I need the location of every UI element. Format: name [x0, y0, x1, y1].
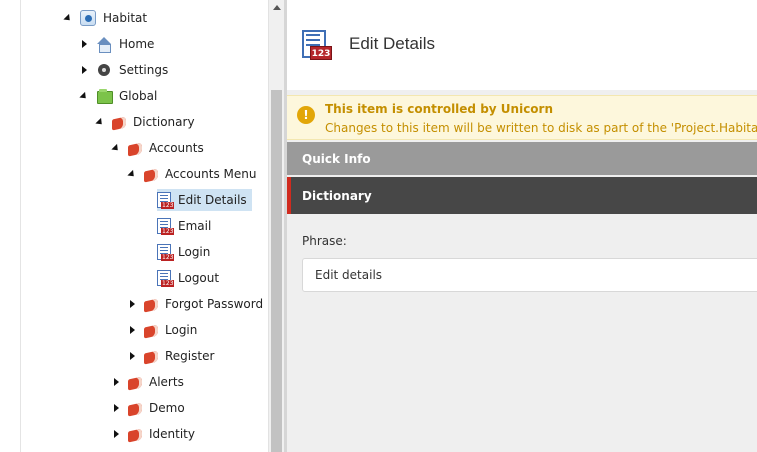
- tree-item-alerts[interactable]: Alerts: [110, 371, 186, 393]
- expand-arrow-icon[interactable]: [110, 402, 122, 414]
- book-icon: [144, 350, 158, 365]
- tree-item-accounts-menu[interactable]: Accounts Menu: [126, 163, 258, 185]
- tree-item-label: Register: [165, 349, 215, 363]
- section-title: Dictionary: [302, 188, 372, 203]
- tree-item-label: Email: [178, 219, 212, 233]
- tree-item-edit-details[interactable]: Edit Details: [157, 189, 252, 211]
- tree-item-logout[interactable]: Logout: [157, 267, 221, 289]
- dictionary-entry-icon: [157, 270, 175, 287]
- phrase-field-label: Phrase:: [302, 234, 347, 248]
- tree-item-label: Home: [119, 37, 155, 51]
- expand-arrow-icon[interactable]: [110, 428, 122, 440]
- page-title: Edit Details: [349, 34, 435, 53]
- book-icon: [128, 428, 142, 443]
- section-title: Quick Info: [302, 151, 371, 166]
- tree-guide-line: [20, 0, 21, 452]
- expand-arrow-icon[interactable]: [126, 350, 138, 362]
- tree-item-habitat[interactable]: Habitat: [62, 7, 149, 29]
- tree-item-global[interactable]: Global: [78, 85, 159, 107]
- tree-item-settings[interactable]: Settings: [78, 59, 170, 81]
- expand-arrow-icon[interactable]: [126, 324, 138, 336]
- collapse-arrow-icon[interactable]: [94, 116, 106, 128]
- warning-icon: !: [297, 106, 315, 124]
- tree-item-login-folder[interactable]: Login: [126, 319, 199, 341]
- expand-arrow-icon[interactable]: [110, 376, 122, 388]
- book-icon: [144, 168, 158, 183]
- home-icon: [96, 36, 112, 53]
- tree-item-login-entry[interactable]: Login: [157, 241, 212, 263]
- tree-item-label: Settings: [119, 63, 169, 77]
- tree-item-label: Demo: [149, 401, 185, 415]
- dictionary-entry-icon: 123: [302, 30, 332, 62]
- book-icon: [128, 402, 142, 417]
- tree-item-forgot-password[interactable]: Forgot Password: [126, 293, 265, 315]
- tree-item-label: Login: [165, 323, 198, 337]
- warning-text: Changes to this item will be written to …: [325, 121, 757, 135]
- dictionary-entry-icon: [157, 218, 175, 235]
- collapse-arrow-icon[interactable]: [62, 12, 74, 24]
- book-icon: [128, 142, 142, 157]
- tree-item-label: Edit Details: [176, 191, 249, 209]
- book-icon: [144, 298, 158, 313]
- dictionary-entry-icon: [157, 244, 175, 261]
- expand-arrow-icon[interactable]: [78, 38, 90, 50]
- tree-item-label: Login: [178, 245, 211, 259]
- tree-item-label: Accounts Menu: [165, 167, 257, 181]
- tree-item-home[interactable]: Home: [78, 33, 156, 55]
- phrase-input[interactable]: [302, 258, 757, 292]
- collapse-arrow-icon[interactable]: [126, 168, 138, 180]
- tree-item-label: Dictionary: [133, 115, 195, 129]
- tree-item-label: Forgot Password: [165, 297, 264, 311]
- book-icon: [144, 324, 158, 339]
- collapse-arrow-icon[interactable]: [110, 142, 122, 154]
- tree-item-label: Alerts: [149, 375, 184, 389]
- expand-arrow-icon[interactable]: [78, 64, 90, 76]
- tree-item-email[interactable]: Email: [157, 215, 213, 237]
- scrollbar-thumb[interactable]: [271, 90, 282, 452]
- tree-item-identity[interactable]: Identity: [110, 423, 197, 445]
- tree-item-label: Logout: [178, 271, 220, 285]
- folder-icon: [96, 88, 113, 104]
- section-quick-info[interactable]: Quick Info: [287, 142, 757, 175]
- tree-item-label: Identity: [149, 427, 195, 441]
- tree-item-label: Global: [119, 89, 158, 103]
- content-tree: Habitat Home Settings Global Dictionary …: [0, 0, 268, 452]
- tree-item-label: Habitat: [103, 11, 148, 25]
- section-dictionary[interactable]: Dictionary: [287, 177, 757, 214]
- book-icon: [128, 376, 142, 391]
- dictionary-entry-icon: [157, 192, 175, 209]
- tree-item-dictionary[interactable]: Dictionary: [94, 111, 197, 133]
- warning-banner: ! This item is controlled by Unicorn Cha…: [287, 95, 757, 140]
- collapse-arrow-icon[interactable]: [78, 90, 90, 102]
- tree-item-demo[interactable]: Demo: [110, 397, 187, 419]
- tree-item-label: Accounts: [149, 141, 204, 155]
- tree-item-accounts[interactable]: Accounts: [110, 137, 206, 159]
- tree-item-register[interactable]: Register: [126, 345, 216, 367]
- gear-icon: [96, 62, 112, 78]
- warning-title: This item is controlled by Unicorn: [325, 102, 554, 116]
- content-editor: 123 Edit Details ! This item is controll…: [287, 0, 757, 452]
- editor-header: 123 Edit Details: [287, 0, 757, 90]
- globe-icon: [80, 10, 96, 26]
- scroll-up-arrow-icon[interactable]: [273, 5, 281, 10]
- tree-scrollbar[interactable]: [268, 0, 284, 452]
- expand-arrow-icon[interactable]: [126, 298, 138, 310]
- book-icon: [112, 116, 126, 131]
